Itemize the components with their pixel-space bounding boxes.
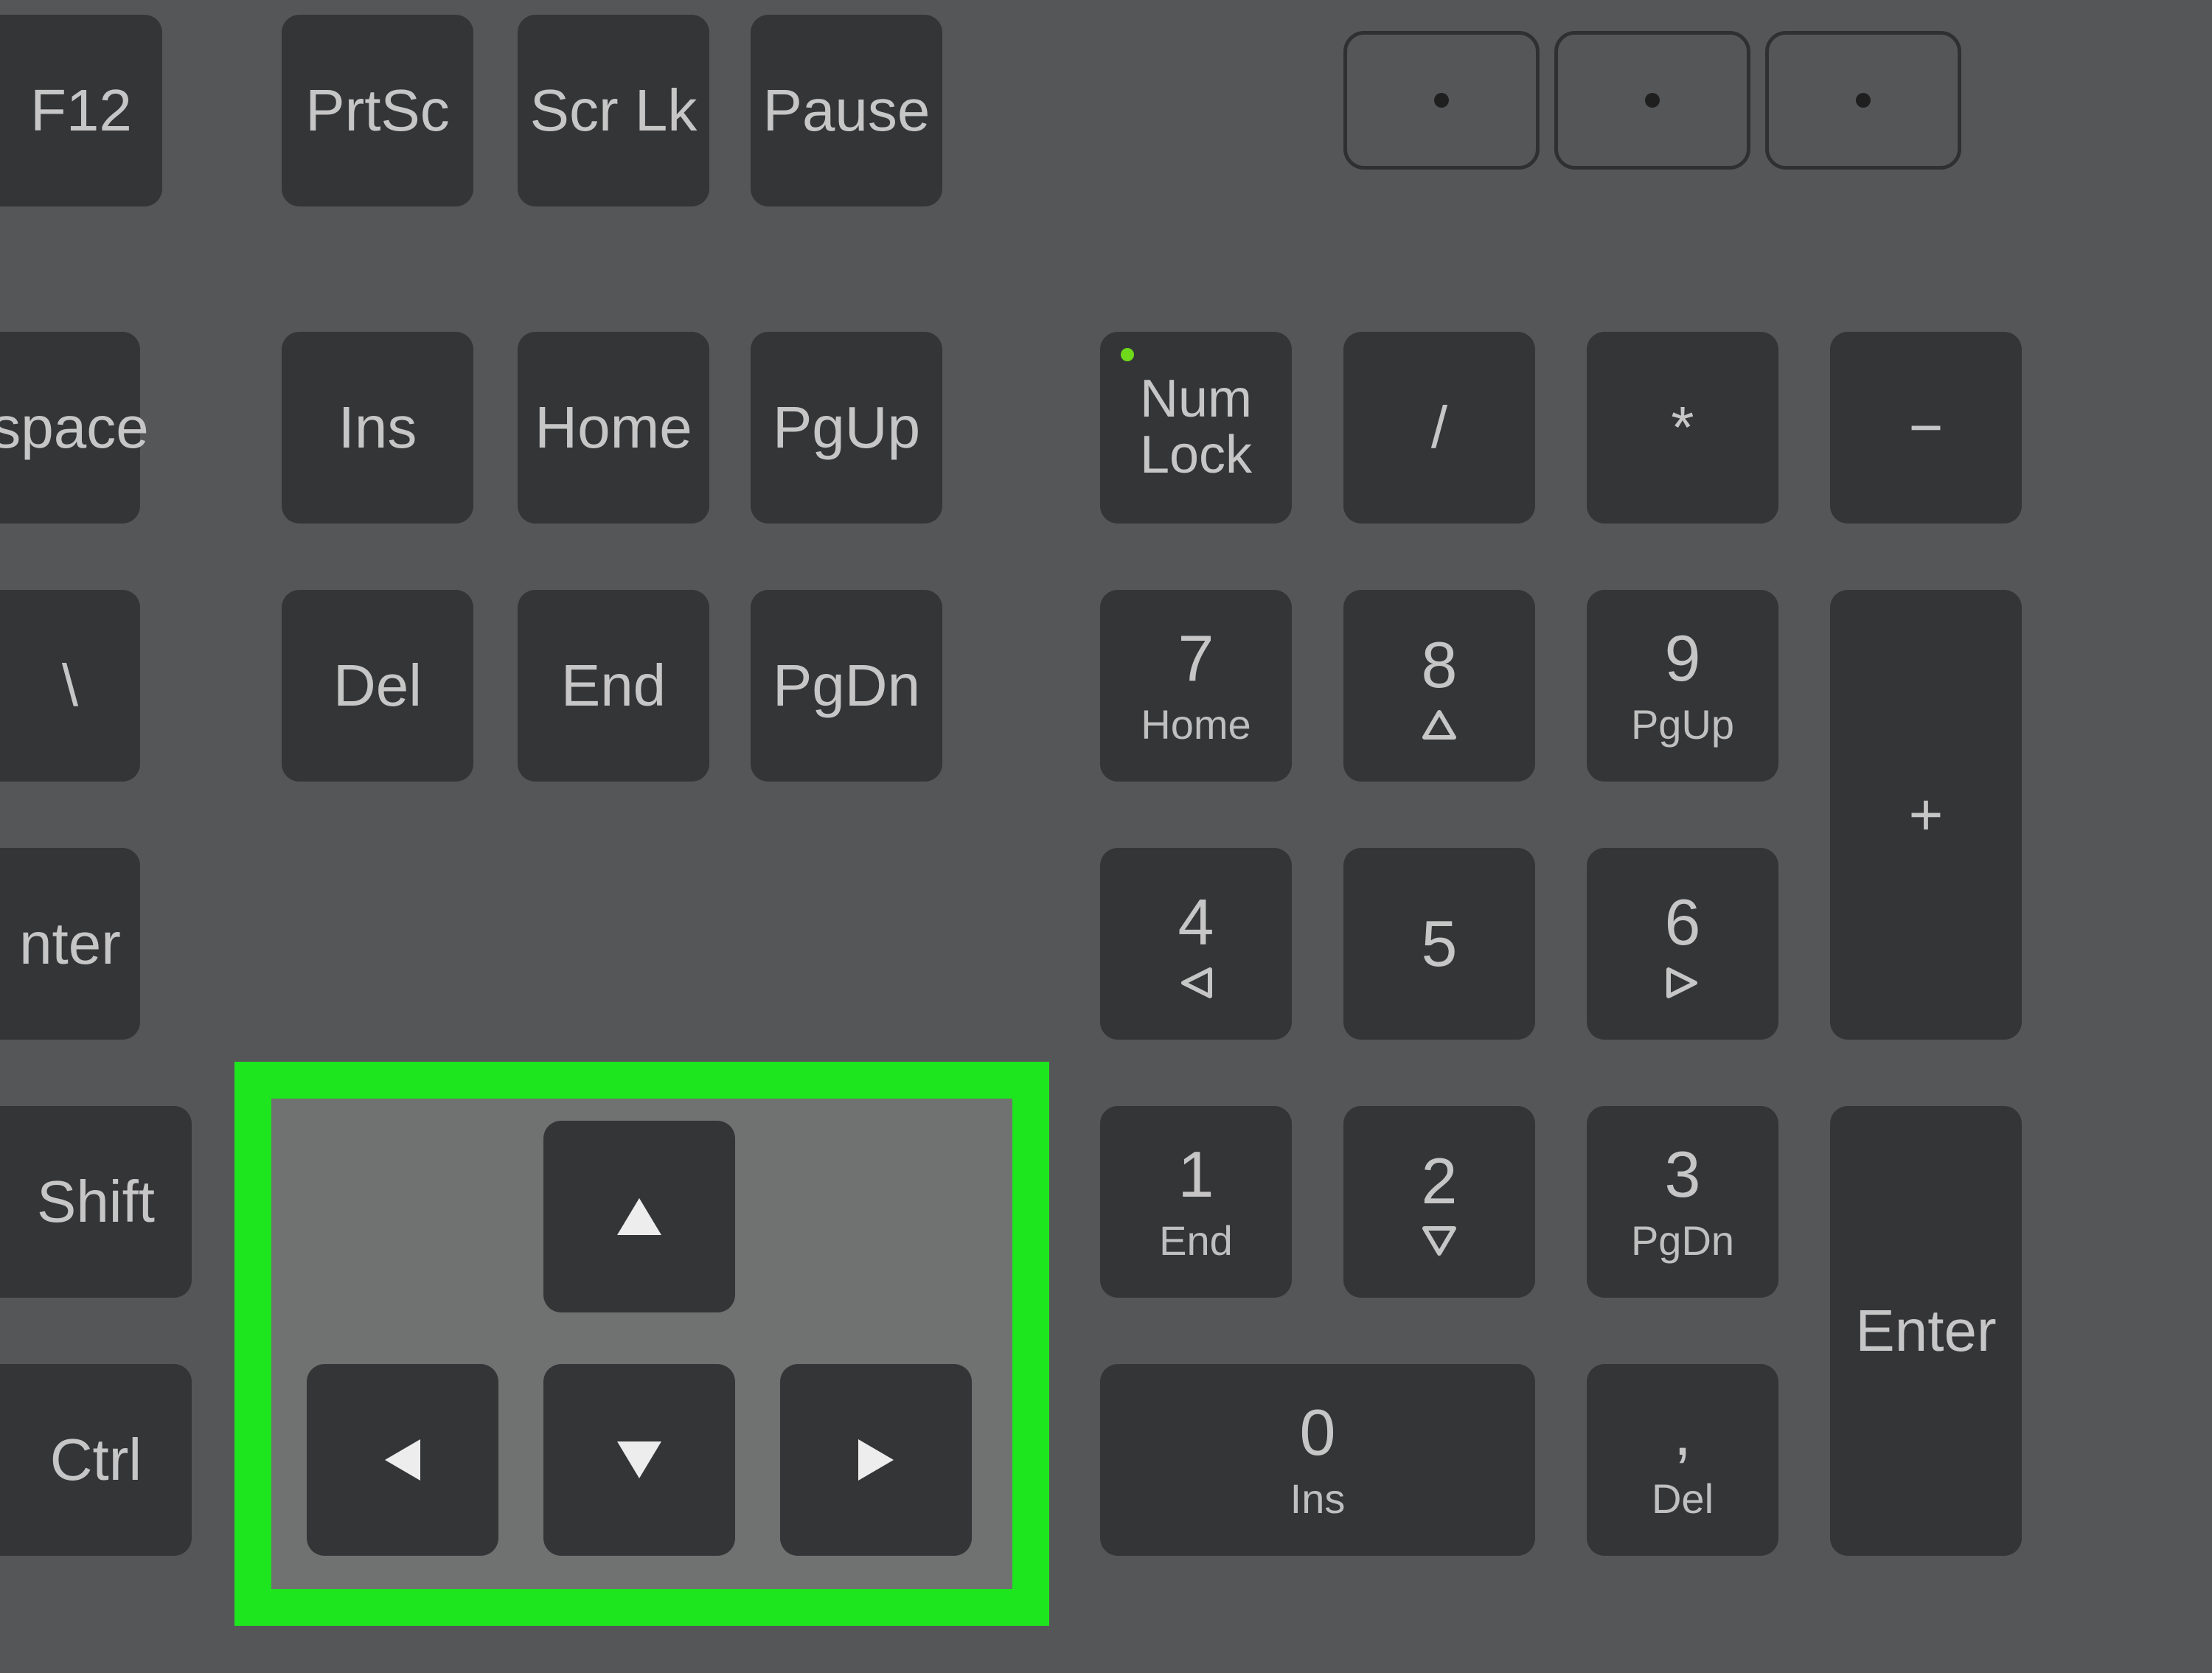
key-label: Ins (338, 397, 417, 459)
enter-key-side[interactable]: nter (0, 848, 140, 1040)
key-label: Ctrl (50, 1429, 142, 1491)
key-sublabel: PgUp (1631, 703, 1734, 747)
key-label: + (1909, 784, 1944, 846)
key-label: 6 (1665, 888, 1701, 956)
numpad-enter-key[interactable]: Enter (1830, 1106, 2022, 1556)
key-sublabel: PgDn (1631, 1220, 1734, 1263)
pgup-key[interactable]: PgUp (751, 332, 942, 524)
numpad-2-key[interactable]: 2 (1343, 1106, 1535, 1298)
arrow-right-key[interactable] (780, 1364, 972, 1556)
key-label: \ (62, 655, 78, 717)
key-label: 8 (1422, 631, 1458, 699)
dot-icon (1645, 93, 1660, 108)
triangle-up-icon (1422, 709, 1457, 740)
numpad-minus-key[interactable]: − (1830, 332, 2022, 524)
arrow-down-key[interactable] (543, 1364, 735, 1556)
ctrl-key-side[interactable]: Ctrl (0, 1364, 192, 1556)
key-label: PgDn (773, 655, 920, 717)
arrow-up-key[interactable] (543, 1121, 735, 1312)
key-label: PgUp (773, 397, 920, 459)
numpad-plus-key[interactable]: + (1830, 590, 2022, 1040)
key-label-line2: Lock (1140, 428, 1252, 484)
numpad-9-key[interactable]: 9 PgUp (1587, 590, 1778, 782)
dot-icon (1434, 93, 1449, 108)
key-label: 2 (1422, 1147, 1458, 1215)
space-key[interactable]: space (0, 332, 140, 524)
key-sublabel: Home (1141, 703, 1251, 747)
key-label: 7 (1178, 625, 1214, 692)
key-label: / (1431, 397, 1447, 459)
key-sublabel: Del (1652, 1478, 1714, 1521)
key-sublabel: End (1159, 1220, 1233, 1263)
arrow-up-icon (617, 1198, 661, 1235)
key-label: Scr Lk (530, 80, 698, 142)
numpad-4-key[interactable]: 4 (1100, 848, 1292, 1040)
numpad-mul-key[interactable]: * (1587, 332, 1778, 524)
key-label: space (0, 397, 149, 459)
key-label: Shift (37, 1171, 155, 1233)
key-label: nter (19, 913, 121, 975)
numlock-led-icon (1121, 348, 1134, 361)
key-label: 5 (1422, 910, 1458, 978)
triangle-down-icon (1422, 1225, 1457, 1256)
arrow-left-key[interactable] (307, 1364, 498, 1556)
key-label: Enter (1855, 1300, 1996, 1362)
del-key[interactable]: Del (282, 590, 473, 782)
backslash-key[interactable]: \ (0, 590, 140, 782)
numpad-0-key[interactable]: 0 Ins (1100, 1364, 1535, 1556)
key-sublabel: Ins (1290, 1478, 1346, 1521)
key-label: 4 (1178, 888, 1214, 956)
key-label: , (1674, 1399, 1691, 1467)
extra-key-2[interactable] (1554, 31, 1750, 170)
key-label: − (1909, 397, 1944, 459)
key-label-line1: Num (1140, 372, 1252, 428)
key-label: * (1671, 397, 1694, 459)
extra-key-1[interactable] (1343, 31, 1540, 170)
pgdn-key[interactable]: PgDn (751, 590, 942, 782)
numlock-key[interactable]: Num Lock (1100, 332, 1292, 524)
arrow-right-icon (858, 1439, 894, 1481)
key-label: 0 (1300, 1399, 1336, 1467)
arrow-left-icon (385, 1439, 420, 1481)
ins-key[interactable]: Ins (282, 332, 473, 524)
key-label: PrtSc (305, 80, 450, 142)
numpad-1-key[interactable]: 1 End (1100, 1106, 1292, 1298)
extra-key-3[interactable] (1765, 31, 1961, 170)
key-label: 9 (1665, 625, 1701, 692)
numpad-8-key[interactable]: 8 (1343, 590, 1535, 782)
pause-key[interactable]: Pause (751, 15, 942, 206)
numpad-3-key[interactable]: 3 PgDn (1587, 1106, 1778, 1298)
prtsc-key[interactable]: PrtSc (282, 15, 473, 206)
arrow-down-icon (617, 1441, 661, 1478)
key-label: 3 (1665, 1141, 1701, 1208)
triangle-left-icon (1179, 967, 1213, 999)
key-label: Pause (763, 80, 931, 142)
numpad-7-key[interactable]: 7 Home (1100, 590, 1292, 782)
numpad-6-key[interactable]: 6 (1587, 848, 1778, 1040)
home-key[interactable]: Home (518, 332, 709, 524)
triangle-right-icon (1666, 967, 1700, 999)
scrlk-key[interactable]: Scr Lk (518, 15, 709, 206)
key-label: 1 (1178, 1141, 1214, 1208)
f12-key[interactable]: F12 (0, 15, 162, 206)
numpad-5-key[interactable]: 5 (1343, 848, 1535, 1040)
key-label: Home (535, 397, 692, 459)
shift-key-side[interactable]: Shift (0, 1106, 192, 1298)
key-label: F12 (30, 80, 132, 142)
numpad-decimal-key[interactable]: , Del (1587, 1364, 1778, 1556)
numpad-div-key[interactable]: / (1343, 332, 1535, 524)
dot-icon (1856, 93, 1871, 108)
key-label: End (561, 655, 666, 717)
end-key[interactable]: End (518, 590, 709, 782)
key-label: Del (333, 655, 422, 717)
